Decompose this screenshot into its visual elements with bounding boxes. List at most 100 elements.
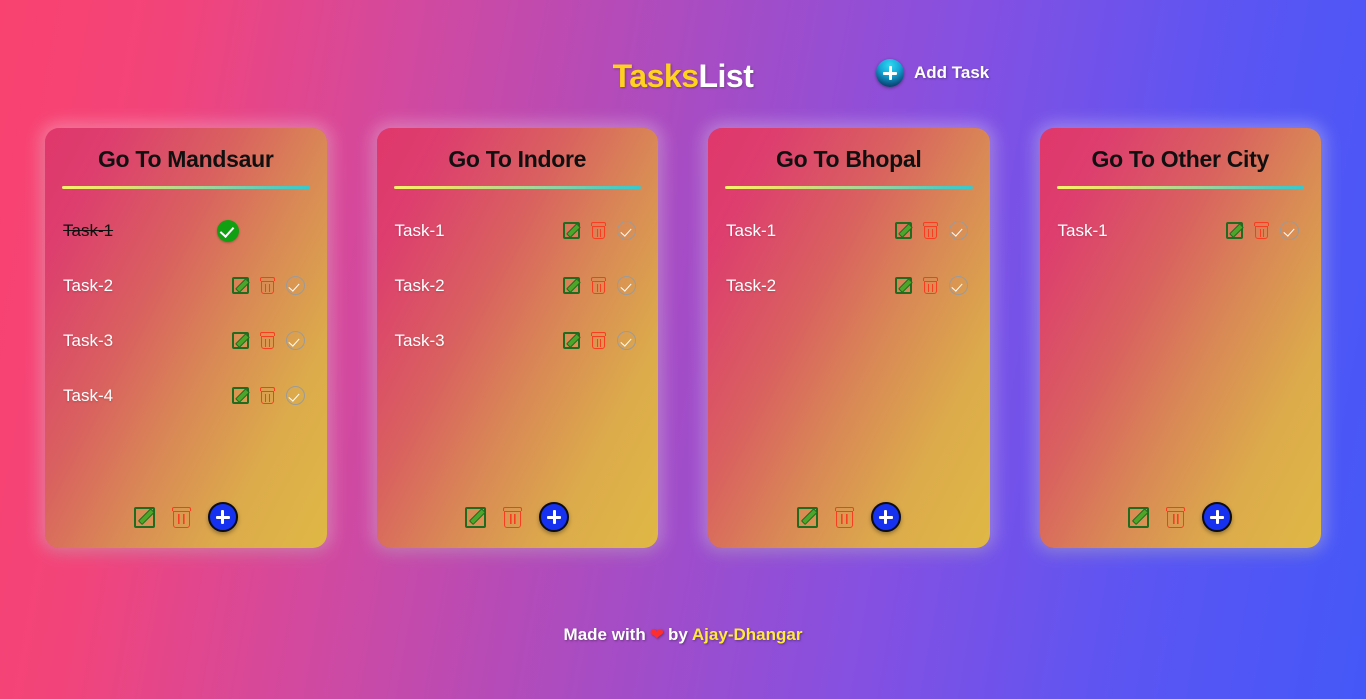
trash-icon[interactable] [591, 277, 606, 294]
task-row: Task-2 [724, 258, 974, 313]
task-row: Task-1 [393, 203, 643, 258]
task-row: Task-2 [393, 258, 643, 313]
footer-made-with: Made with [563, 625, 646, 644]
edit-pencil-icon[interactable] [563, 222, 580, 239]
plus-circle-icon[interactable] [1202, 502, 1233, 532]
brand-secondary: List [698, 58, 754, 94]
task-row: Task-1 [61, 203, 311, 258]
task-actions [231, 276, 305, 295]
edit-pencil-icon[interactable] [796, 506, 818, 528]
task-label: Task-1 [1057, 220, 1108, 240]
footer-author-link[interactable]: Ajay-Dhangar [692, 625, 803, 644]
card-footer [61, 502, 311, 548]
page-title: TasksList [0, 58, 1366, 95]
card-title: Go To Mandsaur [97, 146, 274, 172]
check-circle-filled-icon[interactable] [216, 219, 239, 242]
add-task-button[interactable]: Add Task [876, 59, 989, 87]
check-circle-icon[interactable] [617, 331, 636, 350]
card-divider [62, 186, 310, 189]
task-row: Task-3 [61, 313, 311, 368]
plus-circle-icon[interactable] [870, 502, 901, 532]
task-row: Task-1 [1056, 203, 1306, 258]
trash-icon[interactable] [591, 332, 606, 349]
task-card: Go To Mandsaur Task-1 Task-2 Task-3 Task-4 [45, 128, 327, 548]
task-list: Task-1 Task-2 Task-3 [393, 203, 643, 502]
heart-icon: ❤ [649, 625, 664, 644]
task-label: Task-3 [394, 330, 445, 350]
task-card: Go To Other City Task-1 [1039, 128, 1321, 548]
edit-pencil-icon[interactable] [563, 332, 580, 349]
edit-pencil-icon[interactable] [563, 277, 580, 294]
trash-icon[interactable] [922, 222, 938, 239]
task-row: Task-3 [393, 313, 643, 368]
plus-circle-icon [876, 59, 904, 87]
check-circle-icon[interactable] [285, 386, 305, 405]
page-header: TasksList Add Task [0, 0, 1366, 128]
plus-circle-icon[interactable] [207, 502, 238, 532]
task-label: Task-1 [394, 220, 445, 240]
plus-circle-icon[interactable] [539, 502, 570, 532]
task-actions [563, 221, 636, 240]
card-title: Go To Indore [448, 146, 587, 172]
trash-icon[interactable] [259, 277, 275, 294]
card-title: Go To Bhopal [776, 146, 922, 172]
edit-pencil-icon[interactable] [231, 332, 249, 349]
card-footer [724, 502, 974, 548]
card-footer [1056, 502, 1306, 548]
edit-pencil-icon[interactable] [894, 277, 912, 294]
edit-pencil-icon[interactable] [1226, 222, 1243, 239]
task-label: Task-1 [726, 220, 777, 240]
brand-primary: Tasks [612, 58, 699, 94]
card-divider [393, 186, 641, 189]
task-label: Task-2 [394, 275, 445, 295]
task-actions [894, 276, 968, 295]
card-footer [393, 502, 643, 548]
edit-pencil-icon[interactable] [231, 387, 249, 404]
edit-pencil-icon[interactable] [1128, 506, 1150, 528]
card-title: Go To Other City [1091, 146, 1270, 172]
trash-icon[interactable] [1254, 222, 1269, 239]
task-row: Task-4 [61, 368, 311, 423]
card-divider [1056, 186, 1304, 189]
task-label: Task-2 [63, 275, 114, 295]
check-circle-icon[interactable] [948, 276, 968, 295]
task-label: Task-1 [63, 220, 114, 240]
task-actions [1226, 221, 1299, 240]
trash-icon[interactable] [171, 506, 191, 528]
trash-icon[interactable] [259, 387, 275, 404]
task-list: Task-1 [1056, 203, 1306, 502]
task-actions [231, 331, 305, 350]
trash-icon[interactable] [834, 506, 854, 528]
trash-icon[interactable] [922, 277, 938, 294]
footer-by: by [667, 625, 688, 644]
edit-pencil-icon[interactable] [231, 277, 249, 294]
task-row: Task-2 [61, 258, 311, 313]
edit-pencil-icon[interactable] [894, 222, 912, 239]
task-actions [563, 331, 636, 350]
trash-icon[interactable] [259, 332, 275, 349]
task-label: Task-4 [63, 385, 114, 405]
check-circle-icon[interactable] [285, 276, 305, 295]
task-actions [216, 219, 305, 242]
task-label: Task-3 [63, 330, 114, 350]
check-circle-icon[interactable] [1280, 221, 1299, 240]
trash-icon[interactable] [503, 506, 523, 528]
task-board: Go To Mandsaur Task-1 Task-2 Task-3 Task-4 Go… [0, 128, 1366, 548]
check-circle-icon[interactable] [285, 331, 305, 350]
check-circle-icon[interactable] [617, 221, 636, 240]
check-circle-icon[interactable] [617, 276, 636, 295]
card-divider [725, 186, 973, 189]
add-task-label: Add Task [914, 63, 990, 82]
trash-icon[interactable] [591, 222, 606, 239]
task-label: Task-2 [726, 275, 777, 295]
task-card: Go To Indore Task-1 Task-2 Task-3 [376, 128, 658, 548]
task-actions [563, 276, 636, 295]
trash-icon[interactable] [1166, 506, 1186, 528]
edit-pencil-icon[interactable] [133, 506, 155, 528]
task-list: Task-1 Task-2 [724, 203, 974, 502]
task-row: Task-1 [724, 203, 974, 258]
edit-pencil-icon[interactable] [465, 506, 487, 528]
check-circle-icon[interactable] [948, 221, 968, 240]
task-actions [894, 221, 968, 240]
page-footer: Made with ❤ by Ajay-Dhangar [0, 625, 1366, 645]
